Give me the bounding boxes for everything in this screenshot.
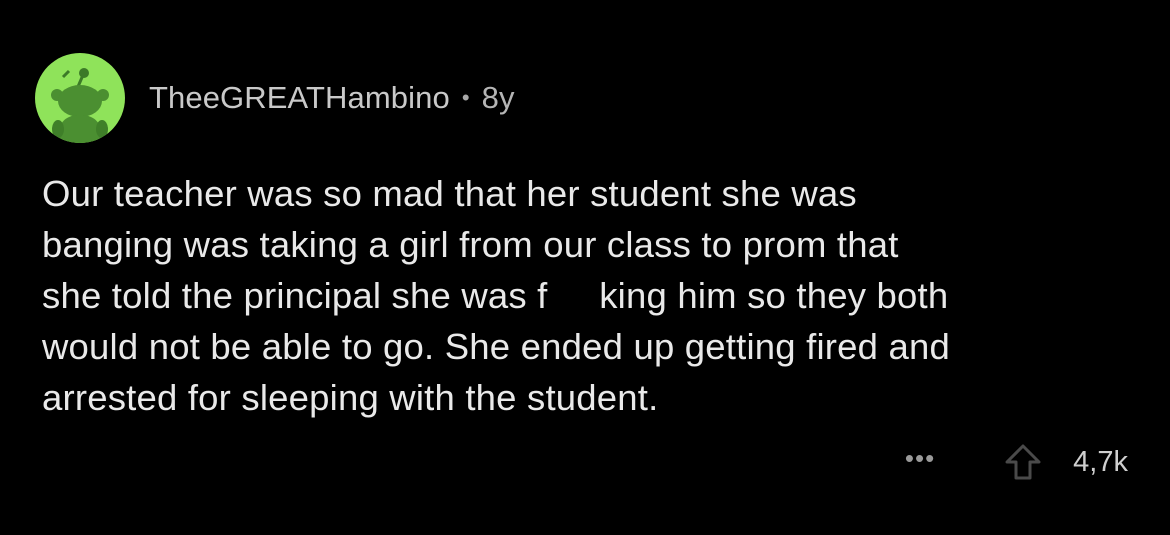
more-options-button[interactable]: ••• xyxy=(905,443,935,474)
comment-actions: ••• 4,7k xyxy=(905,440,1128,484)
comment-age: 8y xyxy=(481,80,515,115)
comment-line: arrested for sleeping with the student. xyxy=(42,377,659,418)
author-name[interactable]: TheeGREATHambino xyxy=(149,80,450,116)
comment-card: TheeGREATHambino • 8y Our teacher was so… xyxy=(0,0,1170,535)
comment-line: Our teacher was so mad that her student … xyxy=(42,173,857,214)
avatar[interactable] xyxy=(35,53,125,143)
meta-separator: • xyxy=(461,85,470,110)
upvote-arrow-icon[interactable] xyxy=(1001,440,1045,484)
comment-header: TheeGREATHambino • 8y xyxy=(35,53,515,143)
comment-line: banging was taking a girl from our class… xyxy=(42,224,899,265)
upvote-button[interactable]: 4,7k xyxy=(1001,440,1128,484)
comment-meta: TheeGREATHambino • 8y xyxy=(149,80,515,116)
comment-body: Our teacher was so mad that her student … xyxy=(42,168,1142,423)
comment-line: would not be able to go. She ended up ge… xyxy=(42,326,950,367)
vote-score: 4,7k xyxy=(1073,445,1128,478)
snoo-icon xyxy=(51,68,109,143)
comment-line: she told the principal she was f king hi… xyxy=(42,275,949,316)
